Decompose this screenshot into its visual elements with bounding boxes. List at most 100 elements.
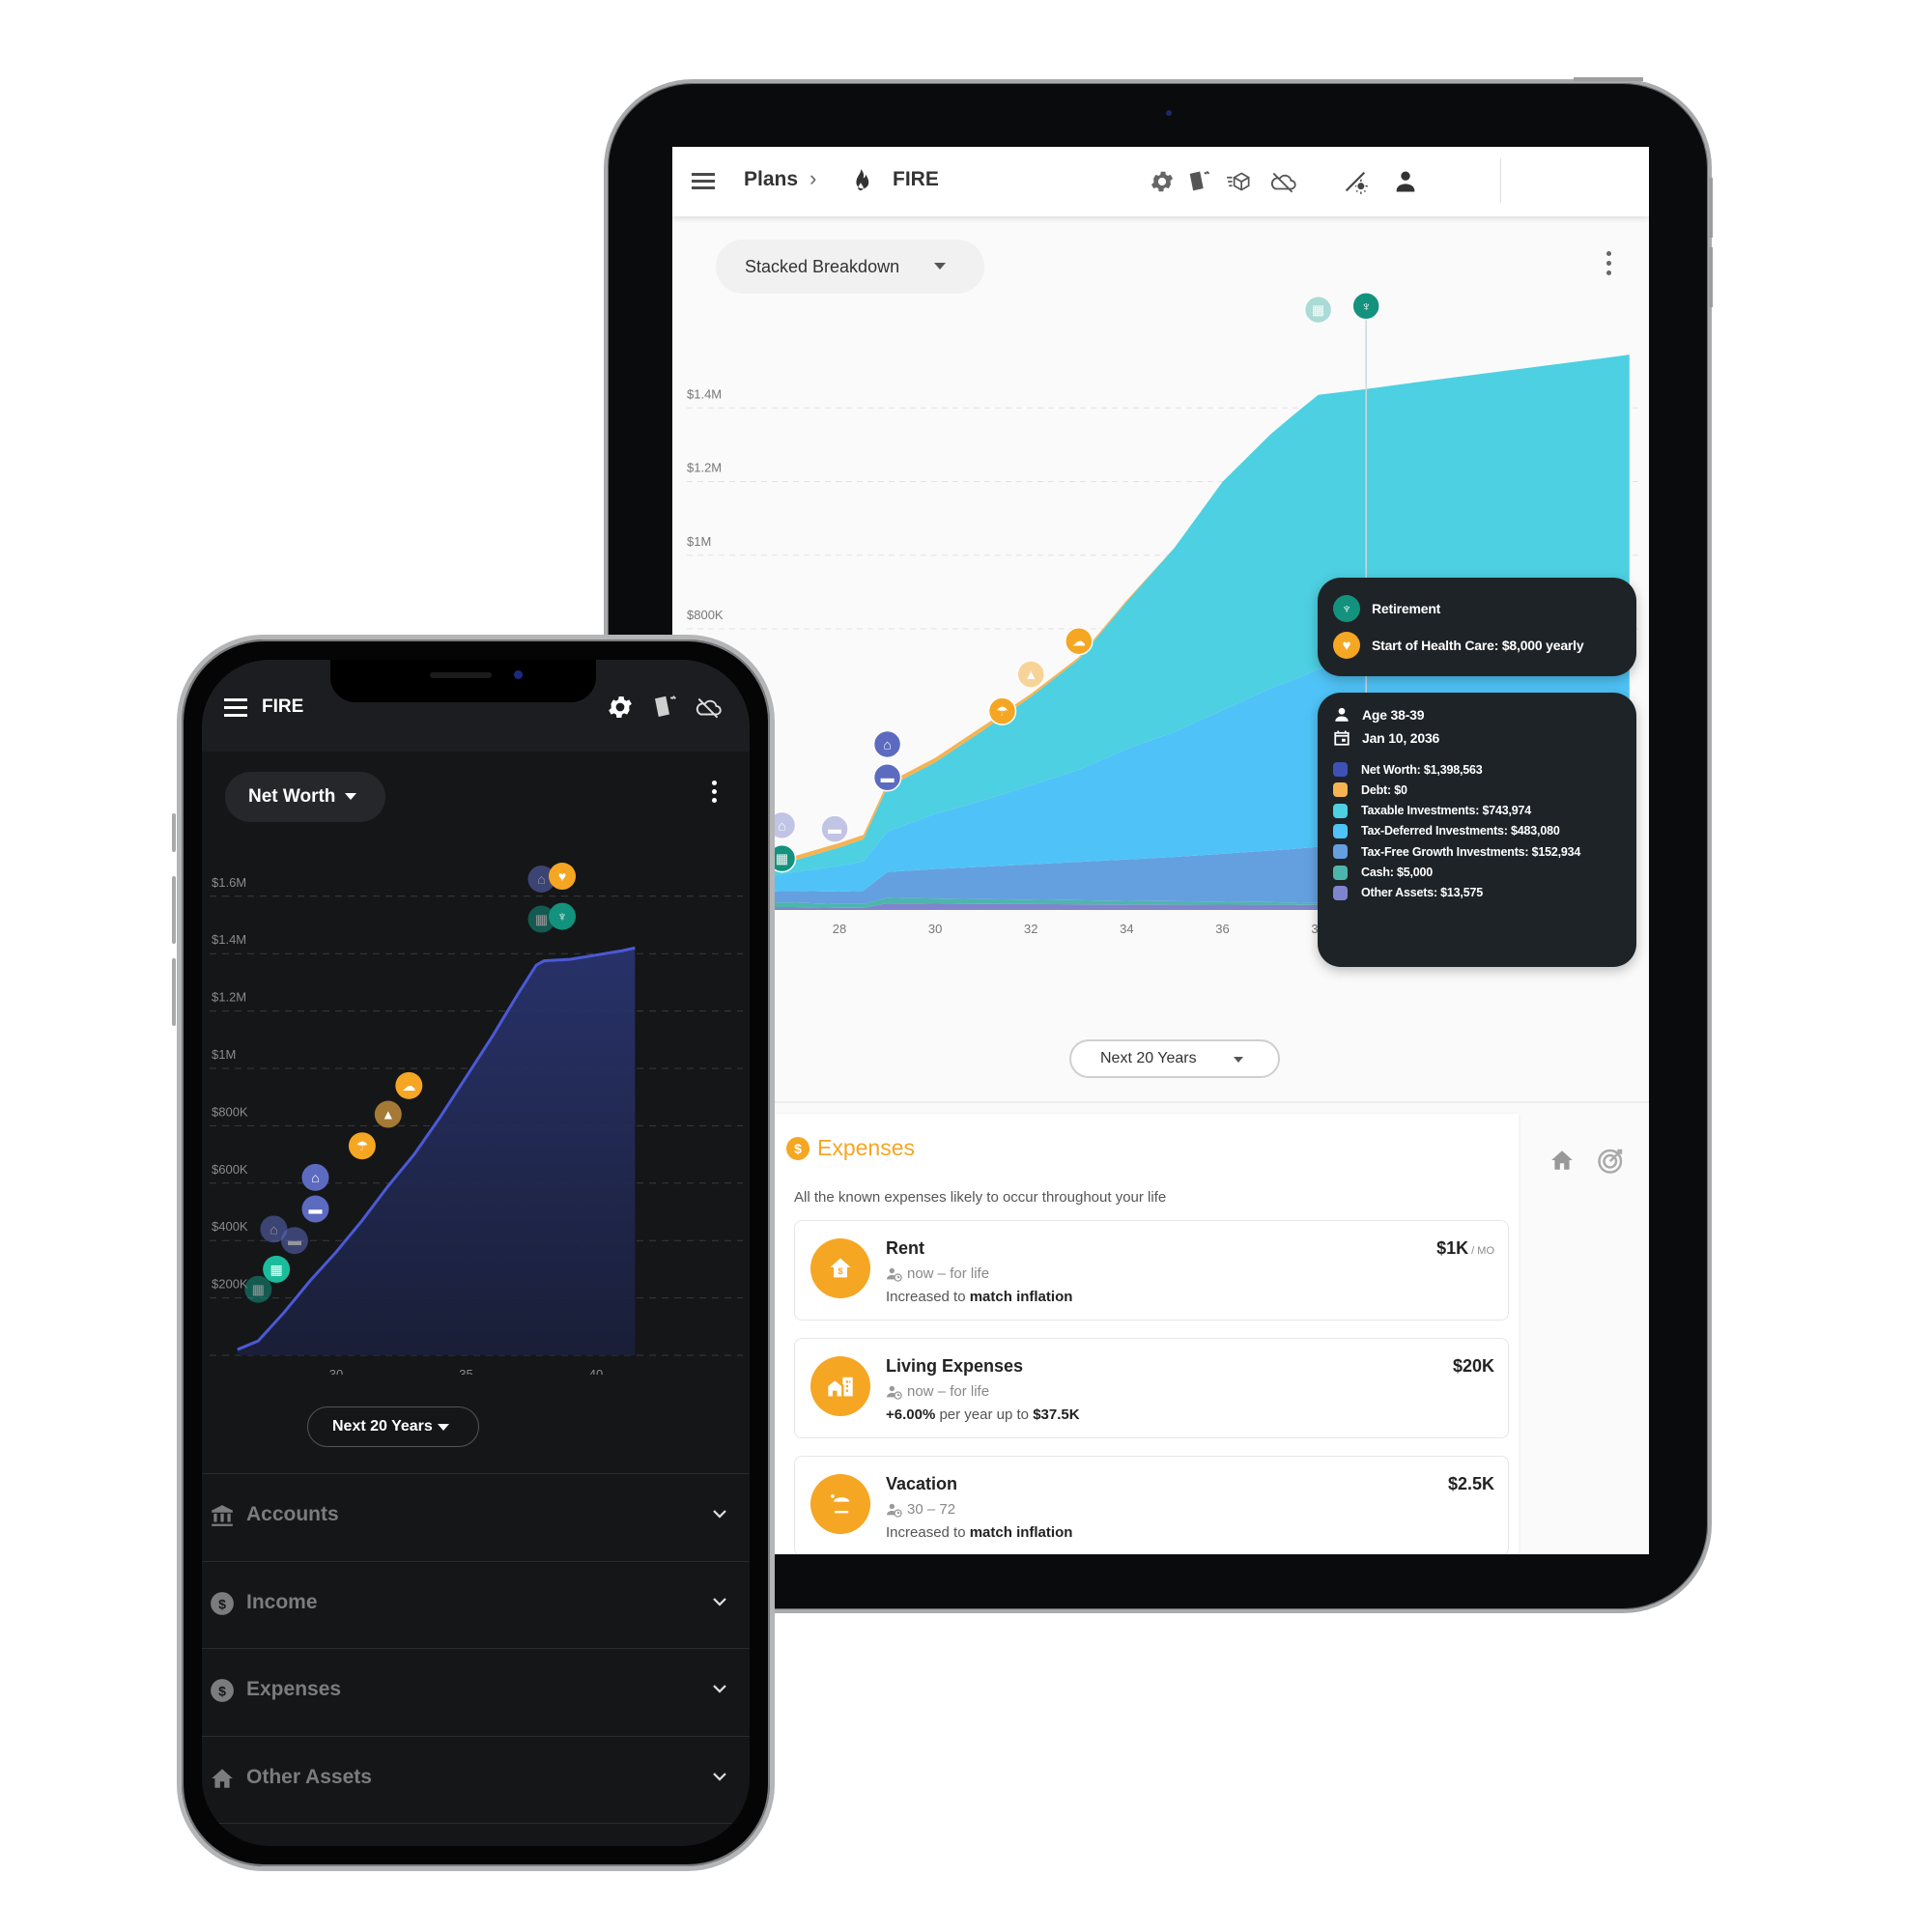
chevron-down-icon[interactable] — [711, 1505, 728, 1522]
palm-tree-event-marker[interactable]: ♆ — [549, 902, 577, 930]
x-tick-label: 32 — [1024, 922, 1037, 936]
tablet-volume-down-button — [1709, 247, 1713, 307]
graduation-event-marker[interactable]: ▲ — [374, 1100, 402, 1128]
tooltip-series-label: Net Worth: $1,398,563 — [1361, 762, 1483, 777]
expense-growth: Increased to match inflation — [886, 1524, 1072, 1541]
more-options-icon[interactable] — [1606, 251, 1612, 280]
health-care-event-marker[interactable]: ♥ — [549, 863, 577, 891]
expenses-card: $ Expenses All the known expenses likely… — [775, 1114, 1519, 1554]
expense-timeframe-text: now – for life — [907, 1383, 990, 1400]
expense-item[interactable]: $ Rent now – for life Increased to match in… — [794, 1220, 1509, 1321]
cloud-upload-event-marker[interactable]: ☁ — [395, 1071, 423, 1099]
growth-text: per year up to — [935, 1406, 1034, 1423]
time-range-select[interactable]: Next 20 Years — [1069, 1039, 1280, 1078]
car-event-marker[interactable]: ▬ — [301, 1195, 329, 1223]
car-icon: ▬ — [881, 770, 895, 785]
loan-event-marker[interactable]: ⌂ — [872, 729, 902, 759]
tooltip-series-label: Taxable Investments: $743,974 — [1361, 804, 1532, 818]
target-goal-icon[interactable] — [1597, 1146, 1626, 1175]
expense-timeframe-text: 30 – 72 — [907, 1501, 956, 1518]
palm-tree-event-marker[interactable]: ♆ — [1351, 292, 1380, 321]
growth-target: match inflation — [969, 1524, 1073, 1541]
menu-icon[interactable] — [224, 698, 247, 722]
menu-icon[interactable] — [692, 170, 715, 191]
chevron-down-icon[interactable] — [711, 1680, 728, 1697]
expense-timeframe: now – for life — [886, 1265, 989, 1282]
settings-icon[interactable] — [606, 693, 635, 722]
expense-timeframe: 30 – 72 — [886, 1501, 955, 1518]
section-expenses[interactable]: $ Expenses — [202, 1648, 750, 1735]
dollar-coin-icon: $ — [786, 1136, 810, 1160]
cards-icon[interactable] — [1184, 168, 1213, 195]
caret-down-icon — [934, 263, 946, 270]
chart-view-select[interactable]: Stacked Breakdown — [716, 240, 984, 294]
building-event-marker[interactable]: ▦ — [244, 1275, 272, 1303]
car-event-marker[interactable]: ▬ — [872, 763, 902, 792]
tooltip-event-label: Start of Health Care: $8,000 yearly — [1372, 638, 1584, 653]
section-label: Expenses — [246, 1678, 342, 1700]
time-range-select[interactable]: Next 20 Years — [307, 1406, 479, 1447]
legend-swatch — [1333, 762, 1348, 777]
svg-text:$: $ — [218, 1683, 226, 1698]
section-label: Income — [246, 1590, 318, 1613]
car-event-marker[interactable]: ▬ — [820, 814, 849, 843]
phone-volume-up-button — [172, 876, 176, 944]
y-tick-label: $400K — [212, 1219, 248, 1234]
expense-item[interactable]: Vacation 30 – 72 Increased to match inflat… — [794, 1456, 1509, 1554]
net-worth-chart[interactable]: $200K $400K $600K $800K $1M $1.2M $1.4M $1.6M 30… — [202, 834, 750, 1375]
theme-toggle-icon[interactable] — [1341, 168, 1370, 195]
data-tooltip: Age 38-39 Jan 10, 2036 Net Worth: $1,398… — [1318, 693, 1636, 967]
loan-event-marker[interactable]: ⌂ — [301, 1163, 329, 1191]
cloud-off-icon[interactable] — [1269, 168, 1298, 195]
building-icon: ▦ — [1312, 302, 1324, 318]
tooltip-event-retirement: ♆ Retirement — [1333, 595, 1440, 622]
phone-mute-switch — [172, 813, 176, 852]
home-icon[interactable] — [1548, 1148, 1576, 1173]
chart-view-select[interactable]: Net Worth — [225, 772, 385, 822]
person-icon — [1335, 707, 1349, 722]
settings-icon[interactable] — [1148, 168, 1177, 195]
building-event-marker[interactable]: ▦ — [263, 1255, 291, 1283]
loan-icon: ⌂ — [311, 1170, 319, 1185]
beach-event-marker[interactable]: ☂ — [348, 1132, 376, 1160]
building-event-marker[interactable]: ▦ — [1303, 295, 1333, 325]
chevron-down-icon[interactable] — [711, 1593, 728, 1610]
legend-swatch — [1333, 844, 1348, 860]
car-icon: ▬ — [308, 1202, 322, 1217]
event-tooltip: ♆ Retirement ♥ Start of Health Care: $8,… — [1318, 578, 1636, 676]
tooltip-date-text: Jan 10, 2036 — [1362, 730, 1440, 746]
tooltip-age: Age 38-39 — [1333, 706, 1425, 724]
phone-speaker — [430, 672, 492, 678]
cloud-off-icon[interactable] — [695, 693, 724, 722]
palm-tree-icon: ♆ — [557, 909, 568, 924]
net-worth-area[interactable] — [237, 948, 636, 1355]
beach-event-marker[interactable]: ☂ — [987, 696, 1017, 725]
svg-text:$: $ — [218, 1596, 226, 1611]
chevron-down-icon[interactable] — [711, 1768, 728, 1785]
legend-swatch — [1333, 865, 1348, 880]
expense-item[interactable]: Living Expenses now – for life +6.00% per … — [794, 1338, 1509, 1438]
graduation-event-marker[interactable]: ▲ — [1016, 660, 1045, 689]
section-divider — [202, 1823, 750, 1827]
section-accounts[interactable]: Accounts — [202, 1473, 750, 1560]
expense-period: / MO — [1468, 1245, 1494, 1257]
loan-icon: ⌂ — [537, 871, 545, 887]
section-label: Other Assets — [246, 1765, 372, 1788]
more-options-icon[interactable] — [712, 781, 718, 807]
section-other-assets[interactable]: Other Assets — [202, 1735, 750, 1823]
model-cube-icon[interactable] — [1225, 168, 1254, 195]
expense-name: Vacation — [886, 1474, 958, 1493]
cloud-upload-event-marker[interactable]: ☁ — [1065, 626, 1094, 656]
breadcrumb-plans[interactable]: Plans — [744, 168, 798, 191]
account-icon[interactable] — [1391, 168, 1420, 195]
section-income[interactable]: $ Income — [202, 1560, 750, 1648]
cards-icon[interactable] — [650, 693, 679, 722]
phone-volume-down-button — [172, 958, 176, 1026]
expense-amount-value: $2.5K — [1447, 1474, 1494, 1493]
tooltip-series-label: Tax-Free Growth Investments: $152,934 — [1361, 844, 1581, 859]
growth-text: Increased to — [886, 1524, 970, 1541]
car-event-marker[interactable]: ▬ — [280, 1227, 308, 1255]
legend-swatch — [1333, 823, 1348, 838]
y-tick-label: $1M — [212, 1047, 236, 1062]
building-icon: ▦ — [252, 1282, 265, 1297]
